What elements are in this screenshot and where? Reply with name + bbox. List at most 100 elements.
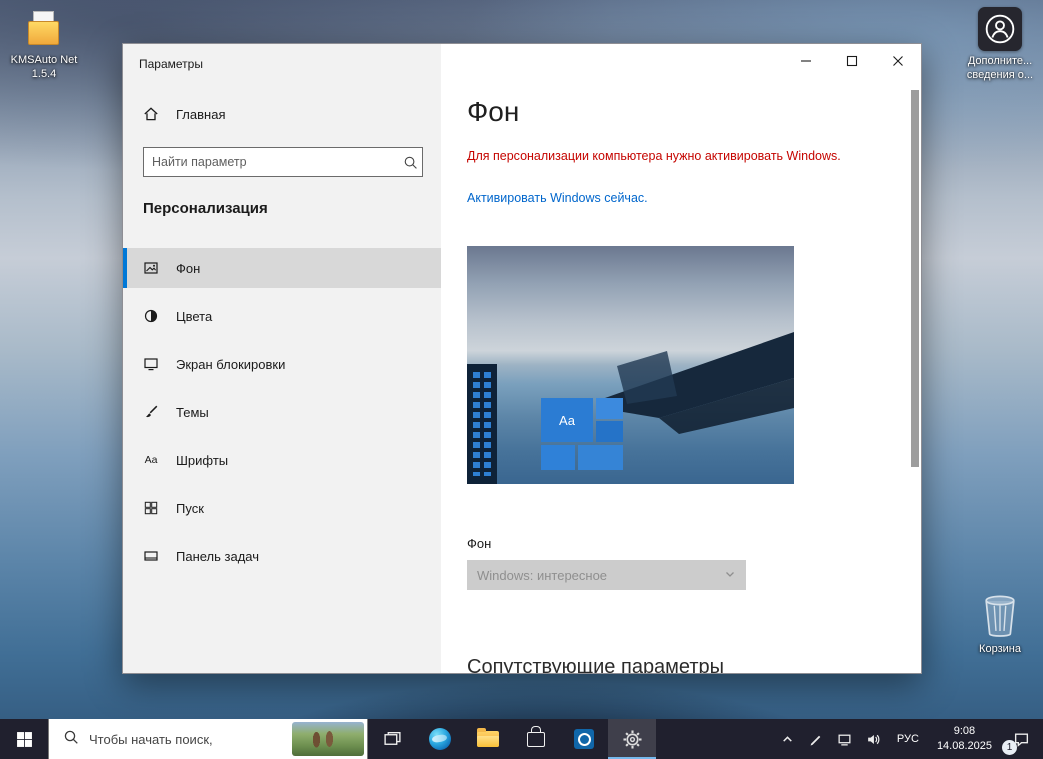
home-label: Главная xyxy=(176,107,225,122)
search-highlight-image[interactable] xyxy=(292,722,364,756)
network-icon xyxy=(837,732,852,747)
windows-ink-button[interactable] xyxy=(801,719,830,759)
language-indicator[interactable]: РУС xyxy=(888,719,928,759)
desktop: KMSAuto Net 1.5.4 Дополните... сведения … xyxy=(0,0,1043,759)
preview-start-tiles: Aa xyxy=(541,374,633,474)
window-controls xyxy=(783,44,921,78)
sidebar-item-fonts[interactable]: Aa Шрифты xyxy=(123,440,441,480)
vertical-scrollbar[interactable] xyxy=(911,90,919,467)
window-title: Параметры xyxy=(139,57,203,71)
clock-time: 9:08 xyxy=(954,724,975,739)
maximize-button[interactable] xyxy=(829,44,875,78)
chevron-down-icon xyxy=(724,568,736,583)
edge-button[interactable] xyxy=(416,719,464,759)
sidebar-item-home[interactable]: Главная xyxy=(143,106,225,122)
taskbar-search[interactable]: Чтобы начать поиск, xyxy=(48,719,368,759)
background-dropdown[interactable]: Windows: интересное xyxy=(467,560,746,590)
sidebar-item-lockscreen[interactable]: Экран блокировки xyxy=(123,344,441,384)
start-menu-icon xyxy=(143,500,159,516)
desktop-icon-label: Корзина xyxy=(962,643,1038,657)
desktop-icon-user-info[interactable]: Дополните... сведения о... xyxy=(962,7,1038,83)
colors-icon xyxy=(143,308,159,324)
start-tile xyxy=(578,445,623,470)
user-info-icon xyxy=(978,7,1022,51)
taskbar: Чтобы начать поиск, xyxy=(0,719,1043,759)
taskbar-panel-icon xyxy=(143,548,159,564)
store-button[interactable] xyxy=(512,719,560,759)
notification-badge: 1 xyxy=(1002,740,1017,755)
nav-item-label: Цвета xyxy=(176,309,212,324)
sidebar-item-themes[interactable]: Темы xyxy=(123,392,441,432)
pen-icon xyxy=(808,732,823,747)
nav-item-label: Экран блокировки xyxy=(176,357,285,372)
start-tile-aa: Aa xyxy=(541,398,593,442)
dropdown-value: Windows: интересное xyxy=(477,568,607,583)
folder-icon xyxy=(477,731,499,747)
kmsauto-icon xyxy=(24,10,64,50)
close-button[interactable] xyxy=(875,44,921,78)
network-button[interactable] xyxy=(830,719,859,759)
preview-start-rail xyxy=(467,364,497,484)
recycle-bin-icon xyxy=(980,593,1020,639)
sidebar-section-title: Персонализация xyxy=(143,200,268,217)
action-center-button[interactable]: 1 xyxy=(1001,719,1041,759)
taskbar-search-placeholder: Чтобы начать поиск, xyxy=(89,732,213,747)
start-tile xyxy=(596,421,623,442)
related-settings-heading: Сопутствующие параметры xyxy=(467,656,724,673)
task-view-icon xyxy=(383,730,402,749)
sidebar-nav: Фон Цвета Экран блокировки xyxy=(123,248,441,584)
outlook-icon xyxy=(574,729,594,749)
settings-gear-icon xyxy=(622,729,643,750)
settings-sidebar: Параметры Главная Персонализация xyxy=(123,44,441,673)
nav-item-label: Шрифты xyxy=(176,453,228,468)
settings-search-box xyxy=(143,147,423,177)
outlook-button[interactable] xyxy=(560,719,608,759)
folder-icon xyxy=(28,21,59,45)
sidebar-item-background[interactable]: Фон xyxy=(123,248,441,288)
desktop-icon-kmsauto[interactable]: KMSAuto Net 1.5.4 xyxy=(6,10,82,82)
system-tray: РУС 9:08 14.08.2025 1 xyxy=(774,719,1043,759)
search-icon[interactable] xyxy=(398,155,422,170)
clock-date: 14.08.2025 xyxy=(937,739,992,754)
minimize-button[interactable] xyxy=(783,44,829,78)
themes-icon xyxy=(143,404,159,420)
show-hidden-icons-button[interactable] xyxy=(774,719,801,759)
maximize-icon xyxy=(846,55,858,67)
settings-content: Фон Для персонализации компьютера нужно … xyxy=(441,44,921,673)
volume-icon xyxy=(866,732,881,747)
store-bag-icon xyxy=(527,732,545,747)
background-dropdown-label: Фон xyxy=(467,536,491,551)
desktop-icon-recycle-bin[interactable]: Корзина xyxy=(962,593,1038,657)
nav-item-label: Фон xyxy=(176,261,200,276)
activate-windows-link[interactable]: Активировать Windows сейчас. xyxy=(467,191,648,205)
selected-accent-bar xyxy=(123,248,127,288)
sidebar-item-start[interactable]: Пуск xyxy=(123,488,441,528)
desktop-icon-label: Дополните... сведения о... xyxy=(962,55,1038,83)
home-icon xyxy=(143,106,159,122)
sidebar-item-taskbar[interactable]: Панель задач xyxy=(123,536,441,576)
volume-button[interactable] xyxy=(859,719,888,759)
task-view-button[interactable] xyxy=(368,719,416,759)
start-tile xyxy=(541,445,575,470)
search-icon xyxy=(63,729,79,750)
person-icon xyxy=(984,13,1016,45)
page-title: Фон xyxy=(467,96,519,128)
close-icon xyxy=(892,55,904,67)
taskbar-clock[interactable]: 9:08 14.08.2025 xyxy=(928,719,1001,759)
file-explorer-button[interactable] xyxy=(464,719,512,759)
settings-button[interactable] xyxy=(608,719,656,759)
lockscreen-icon xyxy=(143,356,159,372)
edge-icon xyxy=(429,728,451,750)
start-tile xyxy=(596,398,623,419)
settings-window: Параметры Главная Персонализация xyxy=(122,43,922,674)
activation-warning: Для персонализации компьютера нужно акти… xyxy=(467,149,841,163)
minimize-icon xyxy=(800,55,812,67)
windows-logo-icon xyxy=(16,731,33,748)
sidebar-item-colors[interactable]: Цвета xyxy=(123,296,441,336)
background-icon xyxy=(143,260,159,276)
desktop-icon-label: KMSAuto Net 1.5.4 xyxy=(6,54,82,82)
background-preview: Aa xyxy=(467,246,794,484)
nav-item-label: Темы xyxy=(176,405,209,420)
start-button[interactable] xyxy=(0,719,48,759)
settings-search-input[interactable] xyxy=(144,148,398,176)
